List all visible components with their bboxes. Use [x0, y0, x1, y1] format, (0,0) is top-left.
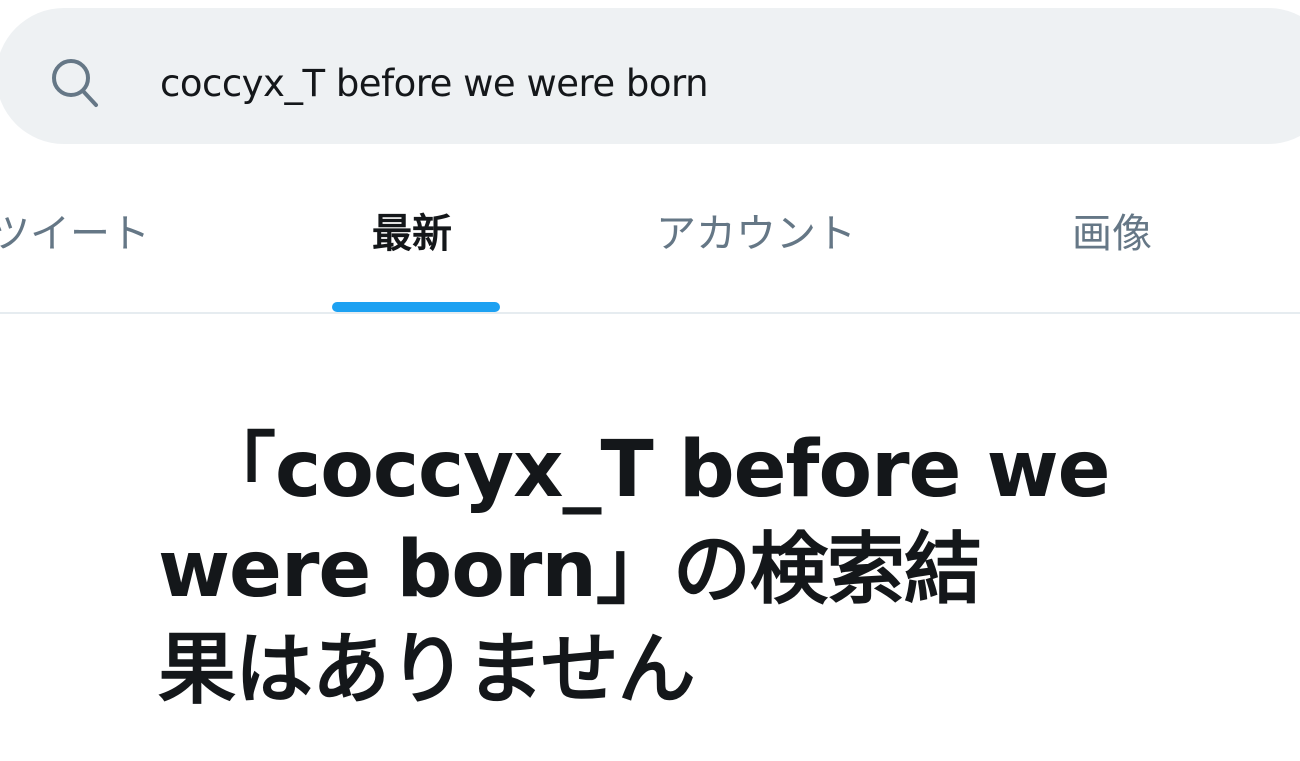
tab-label: アカウント	[656, 211, 856, 257]
tab-latest[interactable]: 最新	[332, 180, 500, 312]
active-tab-indicator	[332, 302, 500, 312]
no-results-message: 「coccyx_T before we were born」の検索結 果はありま…	[158, 420, 1198, 720]
tab-label: ツイート	[0, 211, 150, 257]
tab-accounts[interactable]: アカウント	[640, 180, 900, 312]
no-results-line: 果はありません	[158, 625, 696, 715]
tab-label: 画像	[1072, 211, 1152, 257]
no-results-line: 「coccyx_T before we	[198, 425, 1111, 515]
tab-images[interactable]: 画像	[1060, 180, 1180, 312]
no-results-line: were born」の検索結	[158, 525, 982, 615]
search-input[interactable]: coccyx_T before we were born	[160, 62, 709, 106]
tab-label: 最新	[372, 211, 452, 257]
search-results-page: coccyx_T before we were born ツイート 最新 アカウ…	[0, 0, 1300, 761]
tab-tweets[interactable]: ツイート	[0, 180, 190, 312]
search-tabs: ツイート 最新 アカウント 画像	[0, 180, 1300, 314]
search-icon	[50, 56, 100, 108]
search-bar[interactable]: coccyx_T before we were born	[0, 8, 1300, 144]
